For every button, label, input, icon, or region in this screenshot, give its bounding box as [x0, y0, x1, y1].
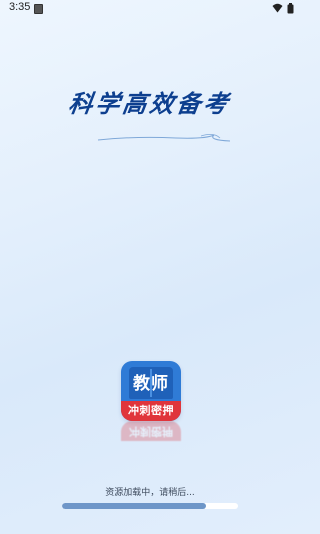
logo-title: 教师 [133, 374, 169, 394]
a-notification-icon [34, 4, 43, 14]
loading-text: 资源加载中，请稍后... [105, 488, 195, 498]
slogan-underline-stroke [97, 134, 231, 142]
slogan: 科学高效备考 [66, 89, 233, 118]
loading-progress-bar [62, 503, 238, 509]
loading-progress-fill [62, 503, 207, 509]
logo-reflection: 冲刺密押 [121, 421, 181, 447]
battery-icon [287, 3, 294, 14]
logo-ribbon: 冲刺密押 [121, 401, 181, 421]
wifi-icon [272, 3, 283, 13]
app-logo-icon: 教师 冲刺密押 [121, 361, 181, 421]
logo-reflection-ribbon: 冲刺密押 [121, 421, 181, 441]
app-logo: 教师 冲刺密押 冲刺密押 [121, 361, 181, 447]
splash-screen: 3:35 科学高效备考 教师 冲刺密押 冲刺密押 资源加载中，请稍后... [0, 0, 300, 534]
status-bar: 3:35 [0, 0, 300, 18]
status-time: 3:35 [9, 1, 31, 13]
